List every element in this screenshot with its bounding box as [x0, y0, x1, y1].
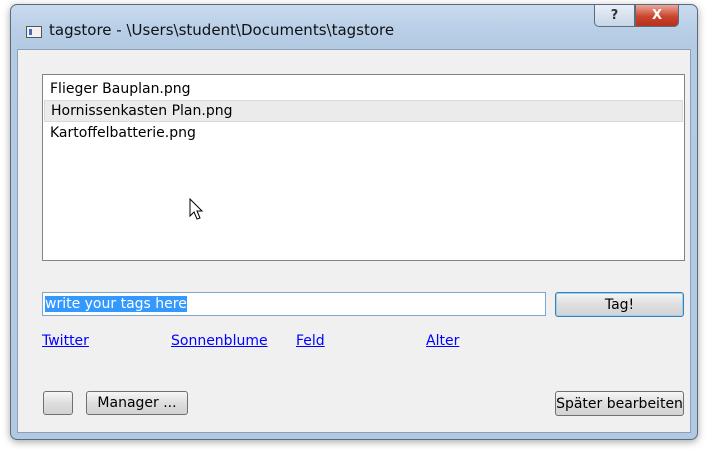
list-item-label: Kartoffelbatterie.png — [50, 125, 196, 141]
close-button[interactable]: X — [635, 5, 679, 27]
tag-button-label: Tag! — [604, 296, 635, 313]
tag-link-alter[interactable]: Alter — [426, 333, 459, 349]
tag-link-twitter[interactable]: Twitter — [42, 333, 89, 349]
file-list[interactable]: Flieger Bauplan.png Hornissenkasten Plan… — [42, 74, 685, 261]
tagstore-window: tagstore - \Users\student\Documents\tags… — [10, 4, 698, 440]
mouse-pointer-icon — [189, 198, 204, 220]
window-title: tagstore - \Users\student\Documents\tags… — [49, 21, 395, 39]
list-item[interactable]: Flieger Bauplan.png — [44, 78, 683, 100]
small-button[interactable] — [43, 391, 73, 415]
edit-later-button[interactable]: Später bearbeiten — [555, 391, 684, 416]
list-item-label: Hornissenkasten Plan.png — [51, 103, 233, 119]
edit-later-button-label: Später bearbeiten — [556, 395, 683, 412]
tag-link-sonnenblume[interactable]: Sonnenblume — [171, 333, 268, 349]
title-bar[interactable]: tagstore - \Users\student\Documents\tags… — [11, 5, 697, 49]
close-icon: X — [651, 8, 663, 23]
manager-button-label: Manager ... — [97, 395, 177, 411]
tag-button[interactable]: Tag! — [555, 292, 684, 317]
list-item-selected[interactable]: Hornissenkasten Plan.png — [44, 100, 683, 122]
tag-link-feld[interactable]: Feld — [296, 333, 325, 349]
help-button[interactable]: ? — [594, 5, 635, 27]
help-icon: ? — [610, 8, 619, 23]
tag-input-text: write your tags here — [45, 296, 187, 312]
app-icon — [26, 26, 42, 38]
manager-button[interactable]: Manager ... — [86, 391, 188, 415]
tag-input[interactable]: write your tags here — [42, 292, 546, 316]
list-item[interactable]: Kartoffelbatterie.png — [44, 122, 683, 144]
dialog-client-area: Flieger Bauplan.png Hornissenkasten Plan… — [17, 49, 691, 433]
list-item-label: Flieger Bauplan.png — [50, 81, 191, 97]
